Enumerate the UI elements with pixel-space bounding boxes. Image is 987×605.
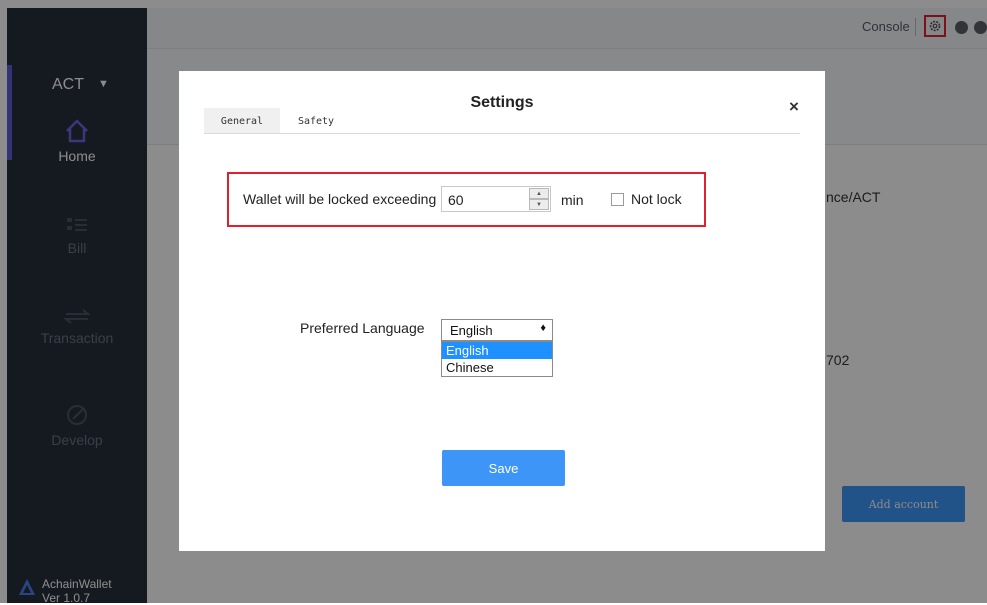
- language-select[interactable]: English ♦: [441, 319, 553, 341]
- language-label: Preferred Language: [300, 320, 425, 336]
- settings-dialog: Settings × General Safety Wallet will be…: [179, 71, 825, 551]
- save-button[interactable]: Save: [442, 450, 565, 486]
- lock-timeout-unit: min: [561, 192, 584, 208]
- select-arrows-icon: ♦: [540, 322, 546, 334]
- language-option-chinese[interactable]: Chinese: [442, 359, 552, 376]
- language-selected-value: English: [450, 323, 493, 338]
- close-icon[interactable]: ×: [789, 97, 799, 117]
- language-dropdown: English Chinese: [441, 341, 553, 377]
- not-lock-checkbox[interactable]: [611, 193, 624, 206]
- spin-down-icon[interactable]: ▼: [529, 199, 549, 210]
- tabs-divider: [204, 133, 800, 134]
- lock-timeout-input[interactable]: 60 ▲ ▼: [441, 186, 551, 212]
- lock-timeout-value: 60: [448, 192, 464, 208]
- tab-general[interactable]: General: [204, 108, 280, 134]
- lock-timeout-label: Wallet will be locked exceeding: [243, 191, 437, 207]
- spin-up-icon[interactable]: ▲: [529, 188, 549, 199]
- language-option-english[interactable]: English: [442, 342, 552, 359]
- not-lock-label[interactable]: Not lock: [631, 191, 682, 207]
- lock-timeout-spinner: ▲ ▼: [529, 188, 549, 210]
- tab-safety[interactable]: Safety: [282, 108, 350, 134]
